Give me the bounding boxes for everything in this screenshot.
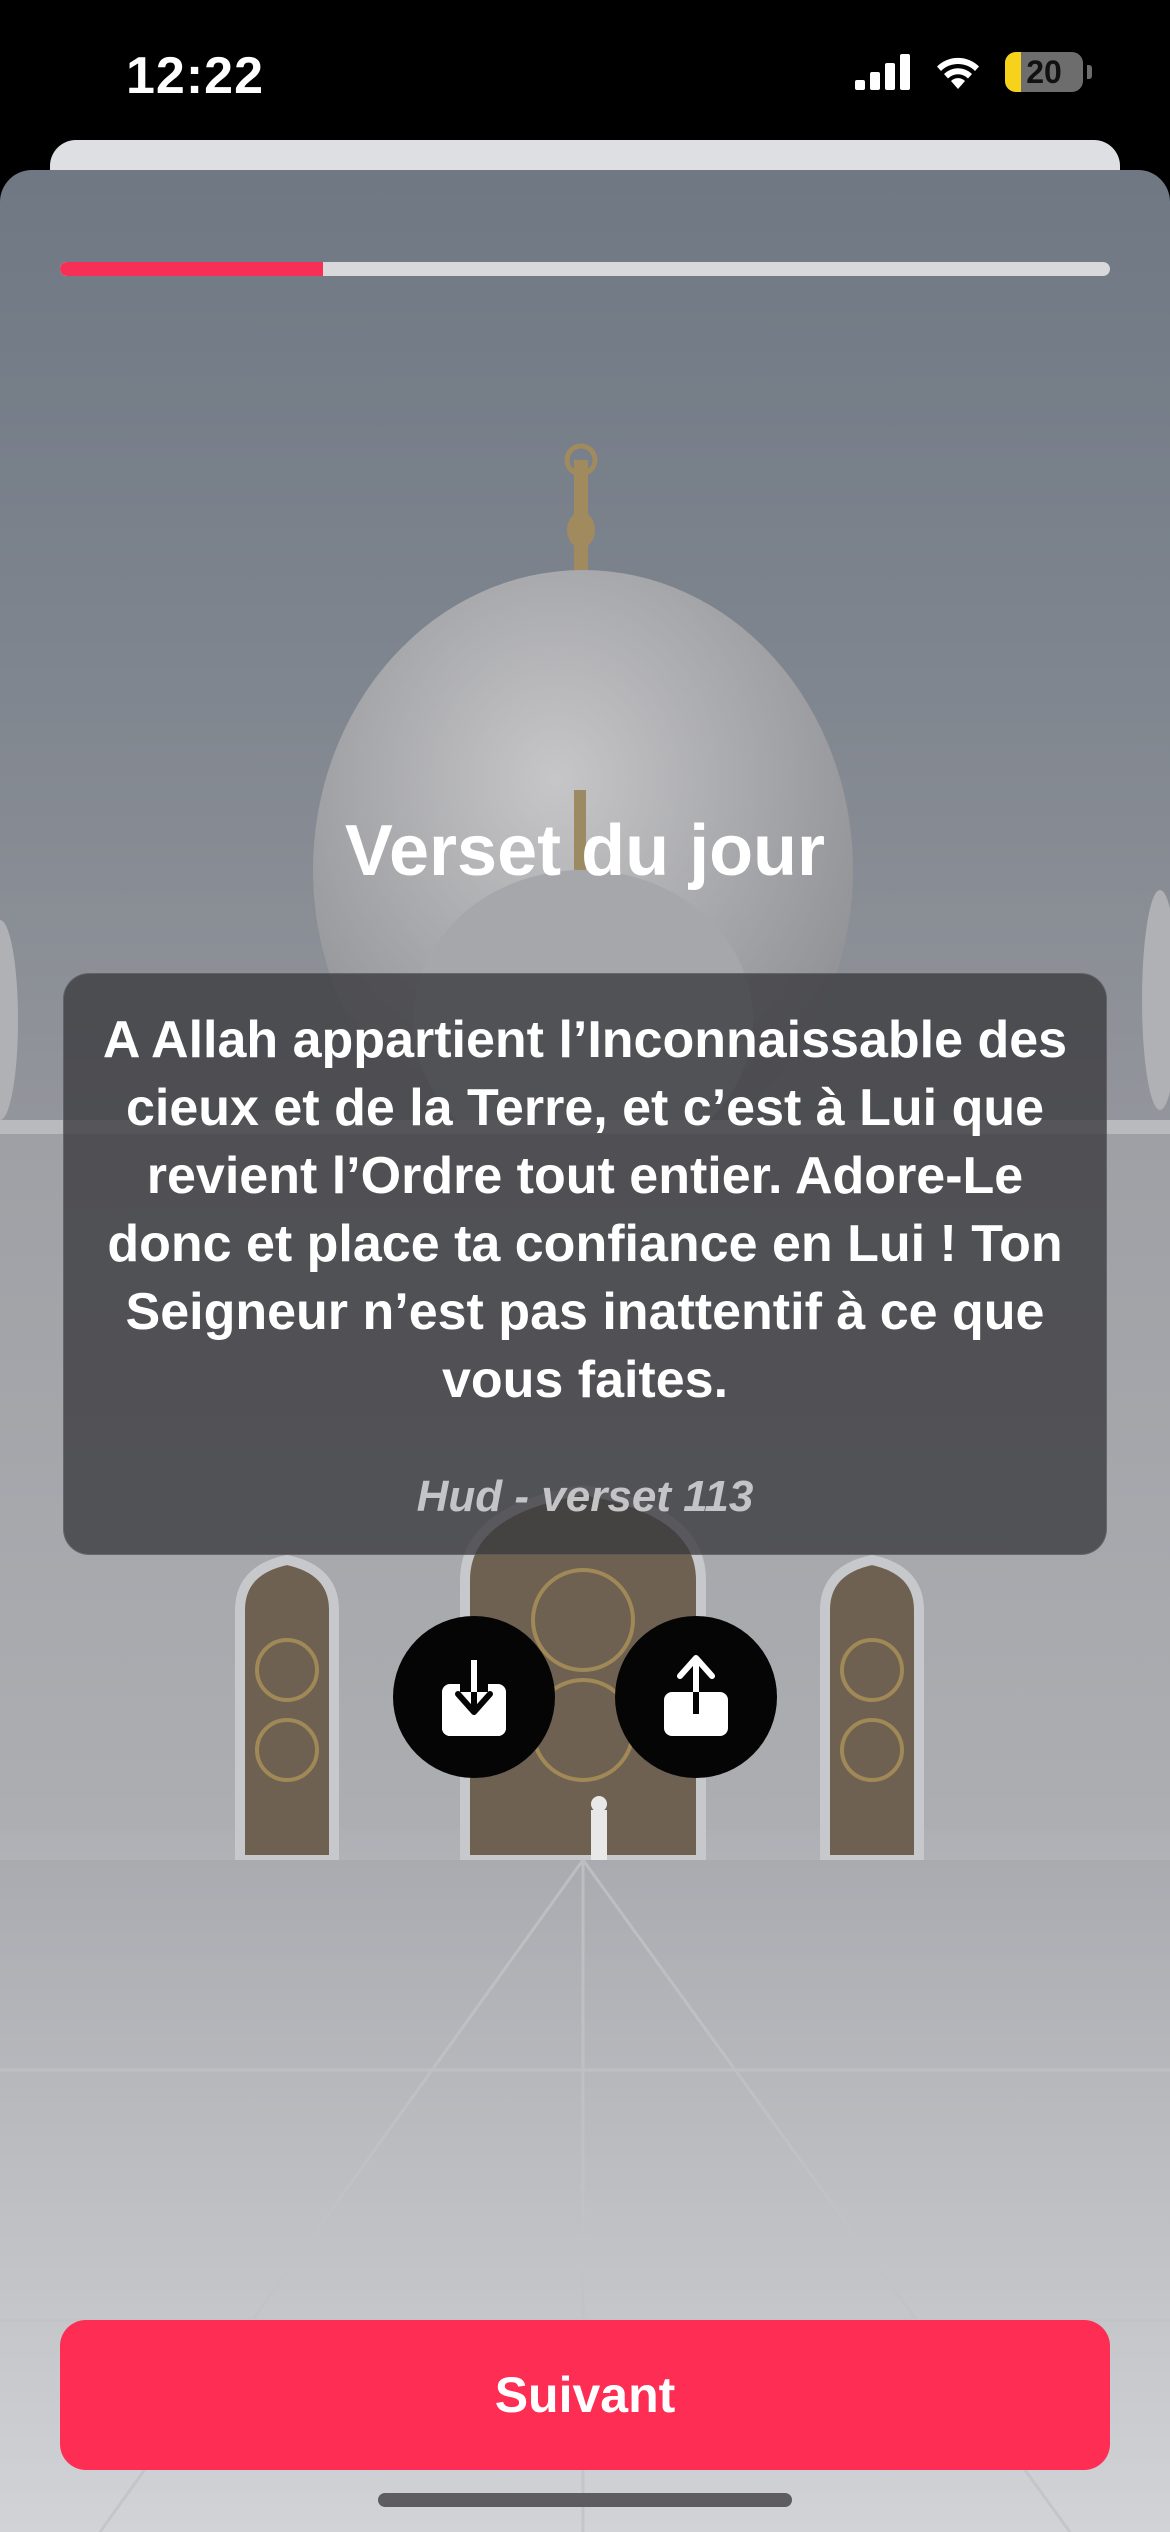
status-time: 12:22 [126,47,264,105]
status-bar: 12:22 20 [0,0,1170,150]
verse-card: Verset du jour A Allah appartient l’Inco… [0,170,1170,2532]
progress-fill [60,262,323,276]
home-indicator [378,2493,792,2507]
download-icon [442,1660,506,1736]
next-button[interactable]: Suivant [60,2320,1110,2470]
cellular-signal-icon [855,54,910,90]
battery-icon: 20 [1005,52,1083,92]
share-button[interactable] [615,1616,777,1778]
wifi-icon [937,57,979,89]
verse-reference: Hud - verset 113 [416,1472,754,1521]
battery-level: 20 [1026,53,1062,90]
share-icon [664,1655,728,1736]
battery-cap [1087,65,1092,79]
page-title: Verset du jour [344,811,826,891]
progress-bar [60,262,1110,276]
status-icons: 20 [855,52,1092,92]
download-button[interactable] [393,1616,555,1778]
verse-box: A Allah appartient l’Inconnaissable des … [63,973,1107,1555]
verse-text: A Allah appartient l’Inconnaissable des … [102,1011,1068,1409]
